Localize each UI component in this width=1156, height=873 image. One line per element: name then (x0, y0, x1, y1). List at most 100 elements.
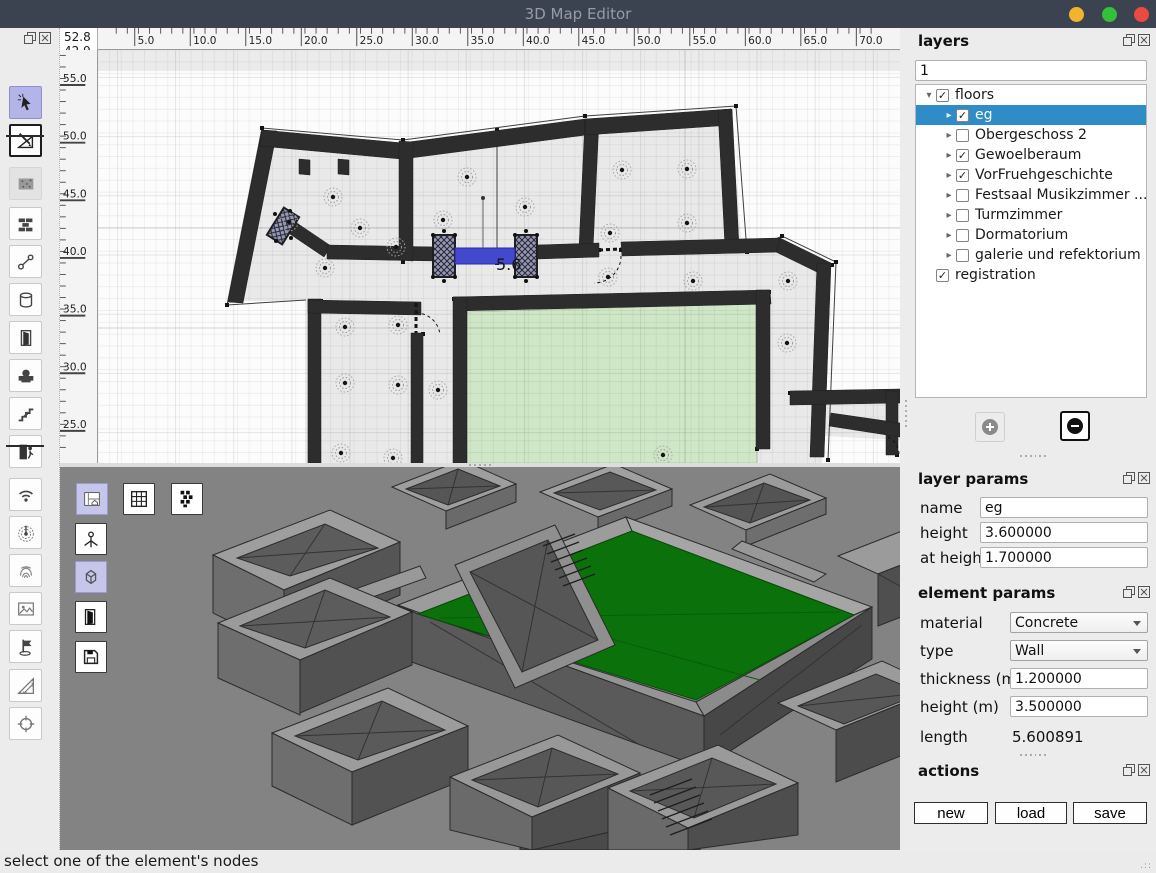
door-tool[interactable] (9, 321, 42, 354)
edge-tool[interactable] (9, 245, 42, 278)
furniture-tool[interactable] (9, 359, 42, 392)
pattern-toggle-button[interactable] (171, 483, 203, 515)
plan-view-button[interactable] (76, 483, 108, 515)
panel-splitter[interactable] (1020, 455, 1046, 457)
remove-layer-button[interactable] (1060, 411, 1090, 441)
layer-visibility-checkbox[interactable] (956, 209, 969, 222)
layer-label: Festsaal Musikzimmer ... (975, 187, 1147, 203)
grid-toggle-button[interactable] (123, 483, 155, 515)
gizmo-button[interactable] (75, 523, 107, 555)
wall-tool[interactable] (9, 207, 42, 240)
length-label: 5.6 (496, 255, 521, 274)
load-button[interactable]: load (995, 802, 1067, 824)
image-tool[interactable] (9, 592, 42, 625)
close-dock-icon[interactable] (39, 32, 51, 44)
layer-filter-input[interactable] (915, 60, 1147, 81)
layer-name-field[interactable] (980, 497, 1148, 518)
texture-icon (15, 173, 37, 195)
layer-visibility-checkbox[interactable] (956, 129, 969, 142)
setsquare-tool[interactable] (9, 669, 42, 702)
stairs-tool[interactable] (9, 397, 42, 430)
layer-at-height-field[interactable] (980, 547, 1148, 568)
setsquare-icon (15, 675, 37, 697)
chevron-right-icon[interactable]: ▸ (942, 190, 956, 201)
new-button[interactable]: new (914, 802, 988, 824)
beacon-tool[interactable] (9, 516, 42, 549)
layer-visibility-checkbox[interactable]: ✓ (956, 149, 969, 162)
solid-view-button[interactable] (75, 561, 107, 593)
chevron-right-icon[interactable]: ▸ (942, 150, 956, 161)
chevron-right-icon[interactable]: ▸ (942, 130, 956, 141)
element-height-label: height (m) (920, 698, 999, 716)
layer-visibility-checkbox[interactable]: ✓ (936, 89, 949, 102)
float-panel-icon[interactable] (1123, 472, 1135, 484)
svg-text:30.0: 30.0 (63, 360, 87, 373)
layer-tree-item-floors[interactable]: ▾✓floors (916, 85, 1146, 105)
svg-text:50.0: 50.0 (637, 35, 660, 47)
float-panel-icon[interactable] (1123, 764, 1135, 776)
close-button[interactable] (1134, 7, 1149, 22)
resize-grip[interactable]: .:: (1140, 861, 1152, 871)
exit-tool[interactable] (9, 435, 42, 468)
toolbar-separator (6, 445, 44, 447)
material-dropdown[interactable]: Concrete (1010, 612, 1148, 633)
column-tool[interactable] (9, 283, 42, 316)
layer-tree-item-obergeschoss-2[interactable]: ▸Obergeschoss 2 (916, 125, 1146, 145)
add-layer-button[interactable] (975, 412, 1005, 442)
chevron-right-icon[interactable]: ▸ (942, 170, 956, 181)
layer-visibility-checkbox[interactable]: ✓ (936, 269, 949, 282)
panel-splitter[interactable] (1020, 754, 1046, 756)
thickness-field[interactable] (1010, 668, 1148, 689)
close-panel-icon[interactable] (1138, 472, 1150, 484)
chevron-right-icon[interactable]: ▸ (942, 250, 956, 261)
layer-tree-item-eg[interactable]: ▸✓ eg (916, 105, 1146, 125)
svg-text:55.0: 55.0 (63, 72, 87, 85)
floorplan-canvas[interactable]: 5.6 (98, 50, 900, 463)
layer-tree-item-festsaal-musikzimmer-[interactable]: ▸ Festsaal Musikzimmer ... (916, 185, 1146, 205)
3d-viewport[interactable] (60, 467, 900, 850)
minimize-button[interactable] (1069, 7, 1084, 22)
select-tool[interactable] (9, 86, 42, 119)
layer-label: Gewoelberaum (975, 147, 1081, 163)
fingerprint-tool[interactable] (9, 554, 42, 587)
type-dropdown[interactable]: Wall (1010, 640, 1148, 661)
layer-visibility-checkbox[interactable] (956, 189, 969, 202)
save-view-button[interactable] (75, 641, 107, 673)
chevron-down-icon (1133, 649, 1141, 654)
layer-height-field[interactable] (980, 522, 1148, 543)
save-button[interactable]: save (1073, 802, 1147, 824)
layer-visibility-checkbox[interactable] (956, 249, 969, 262)
wifi-tool[interactable] (9, 478, 42, 511)
layer-tree-item-vorfruehgeschichte[interactable]: ▸✓VorFruehgeschichte (916, 165, 1146, 185)
layer-tree-item-dormatorium[interactable]: ▸Dormatorium (916, 225, 1146, 245)
element-height-field[interactable] (1010, 696, 1148, 717)
texture-tool[interactable] (9, 167, 42, 200)
close-panel-icon[interactable] (1138, 764, 1150, 776)
draw-measure-tool[interactable] (9, 124, 42, 157)
chevron-right-icon[interactable]: ▸ (942, 230, 956, 241)
cylinder-icon (15, 289, 37, 311)
layer-tree-item-turmzimmer[interactable]: ▸Turmzimmer (916, 205, 1146, 225)
doors-toggle-button[interactable] (75, 601, 107, 633)
layer-visibility-checkbox[interactable]: ✓ (956, 169, 969, 182)
close-panel-icon[interactable] (1138, 34, 1150, 46)
layer-tree-item-gewoelberaum[interactable]: ▸✓ Gewoelberaum (916, 145, 1146, 165)
maximize-button[interactable] (1102, 7, 1117, 22)
svg-text:25.0: 25.0 (63, 418, 87, 431)
type-label: type (920, 642, 954, 660)
chevron-down-icon[interactable]: ▾ (922, 90, 936, 101)
layer-tree-item-galerie-und-refektorium[interactable]: ▸galerie und refektorium (916, 245, 1146, 265)
chevron-right-icon[interactable]: ▸ (942, 210, 956, 221)
float-dock-icon[interactable] (24, 32, 36, 44)
layer-label: eg (975, 107, 993, 123)
float-panel-icon[interactable] (1123, 34, 1135, 46)
layer-visibility-checkbox[interactable] (956, 229, 969, 242)
flag-tool[interactable] (9, 630, 42, 663)
vertical-splitter[interactable] (901, 400, 910, 440)
layer-tree-item-registration[interactable]: ✓registration (916, 265, 1146, 285)
float-panel-icon[interactable] (1123, 586, 1135, 598)
layer-visibility-checkbox[interactable]: ✓ (956, 109, 969, 122)
chevron-right-icon[interactable]: ▸ (942, 110, 956, 121)
crosshair-tool[interactable] (9, 707, 42, 740)
close-panel-icon[interactable] (1138, 586, 1150, 598)
